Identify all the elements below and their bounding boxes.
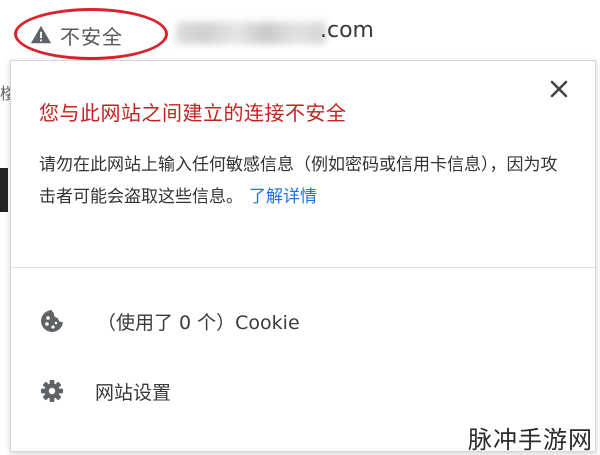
security-label: 不安全: [60, 24, 123, 49]
cookie-icon: [41, 310, 63, 332]
page-background-mark: [0, 168, 8, 212]
gear-icon: [41, 380, 63, 402]
warning-triangle-icon: [30, 25, 52, 44]
blurred-domain: [176, 22, 326, 44]
bubble-title: 您与此网站之间建立的连接不安全: [39, 101, 347, 125]
address-bar: 不安全 .com: [0, 0, 600, 64]
security-indicator-button[interactable]: 不安全: [14, 8, 168, 60]
close-icon[interactable]: [545, 75, 573, 103]
site-settings-row[interactable]: 网站设置: [11, 365, 595, 417]
cookies-label: （使用了 0 个）Cookie: [97, 311, 300, 334]
page-background-text: 楼: [0, 84, 10, 103]
divider: [11, 267, 595, 268]
bubble-description: 请勿在此网站上输入任何敏感信息（例如密码或信用卡信息），因为攻击者可能会盗取这些…: [39, 149, 559, 213]
watermark-text: 脉冲手游网: [468, 426, 593, 454]
cookies-row[interactable]: （使用了 0 个）Cookie: [11, 295, 595, 347]
url-suffix[interactable]: .com: [320, 18, 374, 43]
security-chip-content: 不安全: [30, 22, 123, 49]
page-info-bubble: 您与此网站之间建立的连接不安全 请勿在此网站上输入任何敏感信息（例如密码或信用卡…: [10, 60, 596, 452]
learn-more-link[interactable]: 了解详情: [249, 187, 317, 207]
site-settings-label: 网站设置: [95, 381, 172, 404]
